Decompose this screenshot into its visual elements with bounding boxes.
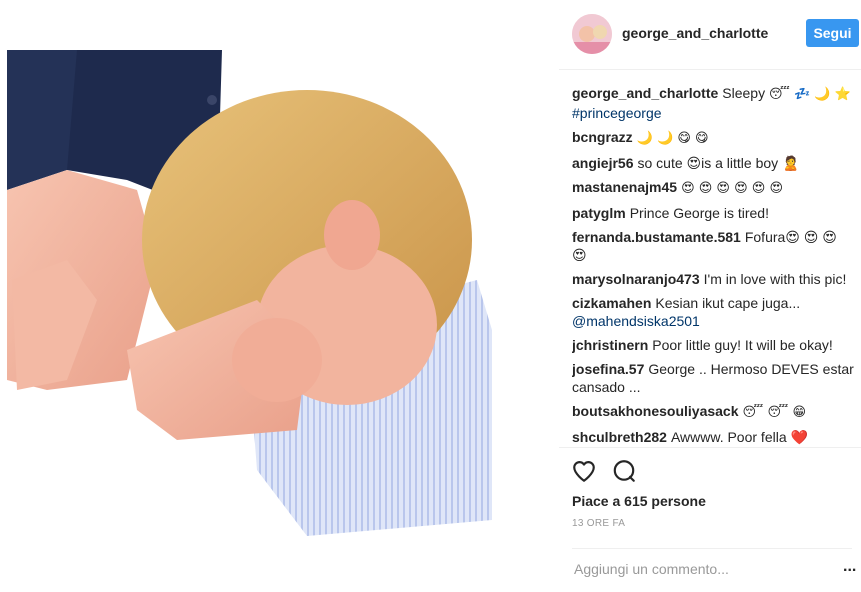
comment-text: Awwww. Poor fella ❤️	[670, 429, 808, 445]
comment-emoji: 😴 💤 🌙 ⭐	[768, 87, 851, 102]
comment-username[interactable]: bcngrazz	[572, 129, 633, 145]
list-item: bcngrazz 🌙 🌙 😋 😋	[572, 128, 854, 148]
list-item: josefina.57 George .. Hermoso DEVES estar…	[572, 360, 854, 396]
more-options-button[interactable]: ...	[843, 558, 856, 576]
post-actions: Piace a 615 persone 13 ORE FA ...	[559, 447, 861, 588]
comment-username[interactable]: angiejr56	[572, 155, 633, 171]
comment-username[interactable]: jchristinern	[572, 337, 648, 353]
comment-username[interactable]: george_and_charlotte	[572, 85, 718, 101]
comment-input[interactable]	[572, 559, 826, 579]
comment-bubble-icon[interactable]	[611, 458, 637, 484]
list-item: shculbreth282 Awwww. Poor fella ❤️	[572, 428, 854, 446]
list-item: angiejr56 so cute 😍is a little boy 🙎	[572, 154, 854, 172]
comment-username[interactable]: marysolnaranjo473	[572, 271, 700, 287]
comment-text: Kesian ikut cape juga...	[655, 295, 801, 311]
comments-list[interactable]: george_and_charlotte Sleepy 😴 💤 🌙 ⭐ #prin…	[572, 84, 854, 446]
comment-username[interactable]: shculbreth282	[572, 429, 667, 445]
likes-count[interactable]: Piace a 615 persone	[572, 493, 706, 509]
comment-username[interactable]: boutsakhonesouliyasack	[572, 403, 739, 419]
comment-text: Sleepy	[722, 85, 766, 101]
post-sidebar: george_and_charlotte Segui george_and_ch…	[559, 0, 861, 592]
add-comment-bar: ...	[572, 548, 856, 585]
comment-username[interactable]: fernanda.bustamante.581	[572, 229, 741, 245]
comment-text: Prince George is tired!	[629, 205, 769, 221]
comment-text: Poor little guy! It will be okay!	[652, 337, 833, 353]
comment-username[interactable]: cizkamahen	[572, 295, 651, 311]
header-username[interactable]: george_and_charlotte	[622, 25, 768, 41]
comment-username[interactable]: josefina.57	[572, 361, 644, 377]
comment-emoji: 😍 😍 😍 😍 😍 😍	[681, 181, 784, 196]
comment-username[interactable]: patyglm	[572, 205, 626, 221]
comment-text: I'm in love with this pic!	[703, 271, 847, 287]
list-item: mastanenajm45 😍 😍 😍 😍 😍 😍	[572, 178, 854, 198]
list-item: george_and_charlotte Sleepy 😴 💤 🌙 ⭐ #prin…	[572, 84, 854, 122]
post-timestamp: 13 ORE FA	[572, 518, 626, 529]
list-item: boutsakhonesouliyasack 😴 😴 😁	[572, 402, 854, 422]
list-item: jchristinern Poor little guy! It will be …	[572, 336, 854, 354]
mention-link[interactable]: @mahendsiska2501	[572, 313, 700, 329]
list-item: patyglm Prince George is tired!	[572, 204, 854, 222]
list-item: cizkamahen Kesian ikut cape juga... @mahe…	[572, 294, 854, 330]
comment-emoji: 🌙 🌙 😋 😋	[636, 131, 709, 146]
post-header: george_and_charlotte Segui	[559, 0, 861, 70]
list-item: marysolnaranjo473 I'm in love with this p…	[572, 270, 854, 288]
comment-emoji: 😴 😴 😁	[742, 405, 807, 420]
comment-text: so cute 😍is a little boy 🙎	[637, 155, 800, 171]
hashtag-link[interactable]: #princegeorge	[572, 105, 662, 121]
avatar[interactable]	[572, 14, 612, 54]
follow-button[interactable]: Segui	[806, 19, 859, 47]
list-item: fernanda.bustamante.581 Fofura😍 😍 😍 😍	[572, 228, 854, 264]
comment-username[interactable]: mastanenajm45	[572, 179, 677, 195]
heart-icon[interactable]	[571, 458, 597, 484]
post-photo[interactable]	[7, 50, 492, 536]
